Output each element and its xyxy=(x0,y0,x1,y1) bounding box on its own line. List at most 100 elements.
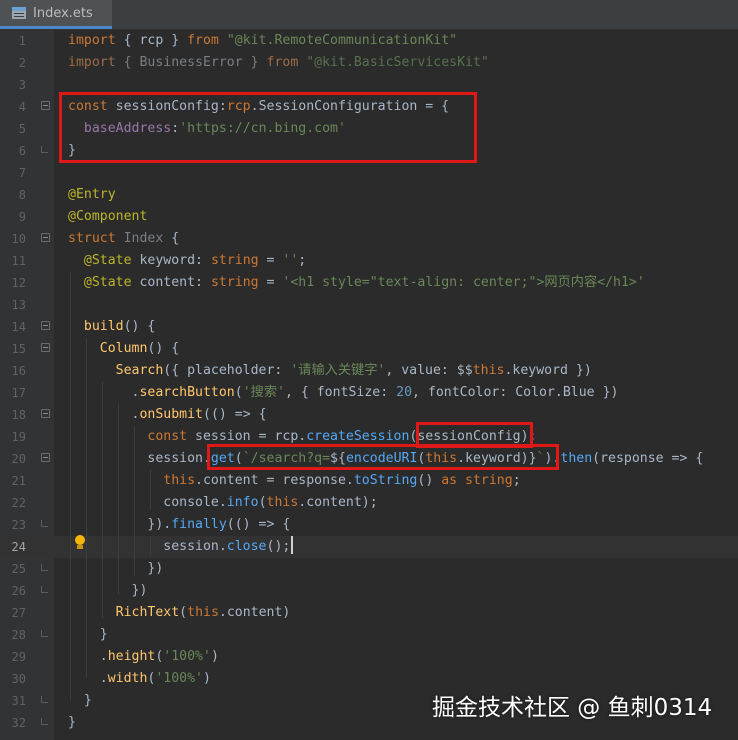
code-line[interactable]: 18 .onSubmit(() => { xyxy=(0,404,738,426)
text-caret xyxy=(291,536,293,554)
tab-index-ets[interactable]: Index.ets xyxy=(0,0,112,29)
code-text[interactable]: import { rcp } from "@kit.RemoteCommunic… xyxy=(68,30,457,52)
code-line[interactable]: 8 @Entry xyxy=(0,184,738,206)
line-number: 9 xyxy=(18,210,26,224)
code-text[interactable]: .height('100%') xyxy=(68,646,219,668)
line-number: 2 xyxy=(18,56,26,70)
line-number: 6 xyxy=(18,144,26,158)
line-number: 22 xyxy=(11,496,26,510)
line-number: 21 xyxy=(11,474,26,488)
code-line[interactable]: 12 @State content: string = '<h1 style="… xyxy=(0,272,738,294)
code-line[interactable]: 29 .height('100%') xyxy=(0,646,738,668)
indent-guide xyxy=(150,470,151,510)
line-number: 11 xyxy=(11,254,26,268)
lightbulb-icon[interactable] xyxy=(73,535,87,551)
line-number: 26 xyxy=(11,584,26,598)
line-number: 32 xyxy=(11,716,26,730)
code-text[interactable]: Column() { xyxy=(68,338,179,360)
line-number: 18 xyxy=(11,408,26,422)
code-text[interactable]: } xyxy=(68,712,76,734)
code-line[interactable]: 14 build() { xyxy=(0,316,738,338)
code-text[interactable]: this.content = response.toString() as st… xyxy=(68,470,520,492)
ets-file-icon xyxy=(12,7,26,19)
code-line[interactable]: 23 }).finally(() => { xyxy=(0,514,738,536)
code-line[interactable]: 27 RichText(this.content) xyxy=(0,602,738,624)
code-text[interactable]: build() { xyxy=(68,316,155,338)
line-number: 17 xyxy=(11,386,26,400)
code-line[interactable]: 13 xyxy=(0,294,738,316)
line-number: 27 xyxy=(11,606,26,620)
indent-guide xyxy=(70,272,71,700)
fold-end-icon xyxy=(41,520,48,527)
fold-toggle-icon[interactable] xyxy=(41,453,50,462)
code-line[interactable]: 15 Column() { xyxy=(0,338,738,360)
fold-end-icon xyxy=(41,696,48,703)
highlight-box-session-config xyxy=(59,92,477,163)
code-text[interactable]: }) xyxy=(68,580,148,602)
code-line[interactable]: 7 xyxy=(0,162,738,184)
line-number: 3 xyxy=(18,78,26,92)
line-number: 10 xyxy=(11,232,26,246)
indent-guide xyxy=(150,536,151,556)
line-number: 23 xyxy=(11,518,26,532)
fold-toggle-icon[interactable] xyxy=(41,321,50,330)
indent-guide xyxy=(86,338,87,678)
code-line[interactable]: 11 @State keyword: string = ''; xyxy=(0,250,738,272)
code-text[interactable]: struct Index { xyxy=(68,228,179,250)
line-number: 30 xyxy=(11,672,26,686)
code-text[interactable]: import { BusinessError } from "@kit.Basi… xyxy=(68,52,489,74)
line-number: 7 xyxy=(18,166,26,180)
line-number: 31 xyxy=(11,694,26,708)
fold-toggle-icon[interactable] xyxy=(41,409,50,418)
tab-label: Index.ets xyxy=(33,5,93,21)
fold-end-icon xyxy=(41,586,48,593)
code-line[interactable]: 9 @Component xyxy=(0,206,738,228)
code-line[interactable]: 10 struct Index { xyxy=(0,228,738,250)
code-text[interactable]: } xyxy=(68,624,108,646)
code-line[interactable]: 22 console.info(this.content); xyxy=(0,492,738,514)
code-text[interactable]: @State content: string = '<h1 style="tex… xyxy=(68,272,645,294)
code-text[interactable]: } xyxy=(68,690,92,712)
line-number: 13 xyxy=(11,298,26,312)
code-line[interactable]: 2 import { BusinessError } from "@kit.Bas… xyxy=(0,52,738,74)
code-line[interactable]: 17 .searchButton('搜索', { fontSize: 20, f… xyxy=(0,382,738,404)
line-number: 16 xyxy=(11,364,26,378)
code-line[interactable]: 24 session.close(); xyxy=(0,536,738,558)
code-text[interactable]: .searchButton('搜索', { fontSize: 20, font… xyxy=(68,382,619,404)
code-line[interactable]: 21 this.content = response.toString() as… xyxy=(0,470,738,492)
fold-toggle-icon[interactable] xyxy=(41,101,50,110)
line-number: 19 xyxy=(11,430,26,444)
indent-guide xyxy=(102,382,103,618)
fold-end-icon xyxy=(41,564,48,571)
line-number: 5 xyxy=(18,122,26,136)
line-number: 24 xyxy=(11,540,26,554)
fold-toggle-icon[interactable] xyxy=(41,343,50,352)
code-line[interactable]: 1 import { rcp } from "@kit.RemoteCommuni… xyxy=(0,30,738,52)
fold-toggle-icon[interactable] xyxy=(41,233,50,242)
code-text[interactable]: .onSubmit(() => { xyxy=(68,404,267,426)
code-line[interactable]: 26 }) xyxy=(0,580,738,602)
line-number: 8 xyxy=(18,188,26,202)
code-text[interactable]: .width('100%') xyxy=(68,668,211,690)
code-text[interactable]: Search({ placeholder: '请输入关键字', value: $… xyxy=(68,360,592,382)
line-number: 15 xyxy=(11,342,26,356)
line-number: 20 xyxy=(11,452,26,466)
code-line[interactable]: 30 .width('100%') xyxy=(0,668,738,690)
watermark: 掘金技术社区 @ 鱼刺0314 xyxy=(432,695,713,721)
line-number: 29 xyxy=(11,650,26,664)
indent-guide xyxy=(118,404,119,594)
code-text[interactable]: console.info(this.content); xyxy=(68,492,377,514)
code-line[interactable]: 28 } xyxy=(0,624,738,646)
code-text[interactable]: @Component xyxy=(68,206,147,228)
line-number: 4 xyxy=(18,100,26,114)
code-text[interactable]: }) xyxy=(68,558,163,580)
code-text[interactable]: @Entry xyxy=(68,184,116,206)
line-number: 12 xyxy=(11,276,26,290)
code-text[interactable]: @State keyword: string = ''; xyxy=(68,250,306,272)
fold-end-icon xyxy=(41,630,48,637)
editor-tab-bar: Index.ets xyxy=(0,0,738,30)
fold-end-icon xyxy=(41,718,48,725)
code-line[interactable]: 25 }) xyxy=(0,558,738,580)
code-line[interactable]: 16 Search({ placeholder: '请输入关键字', value… xyxy=(0,360,738,382)
highlight-box-get-call xyxy=(207,444,559,470)
